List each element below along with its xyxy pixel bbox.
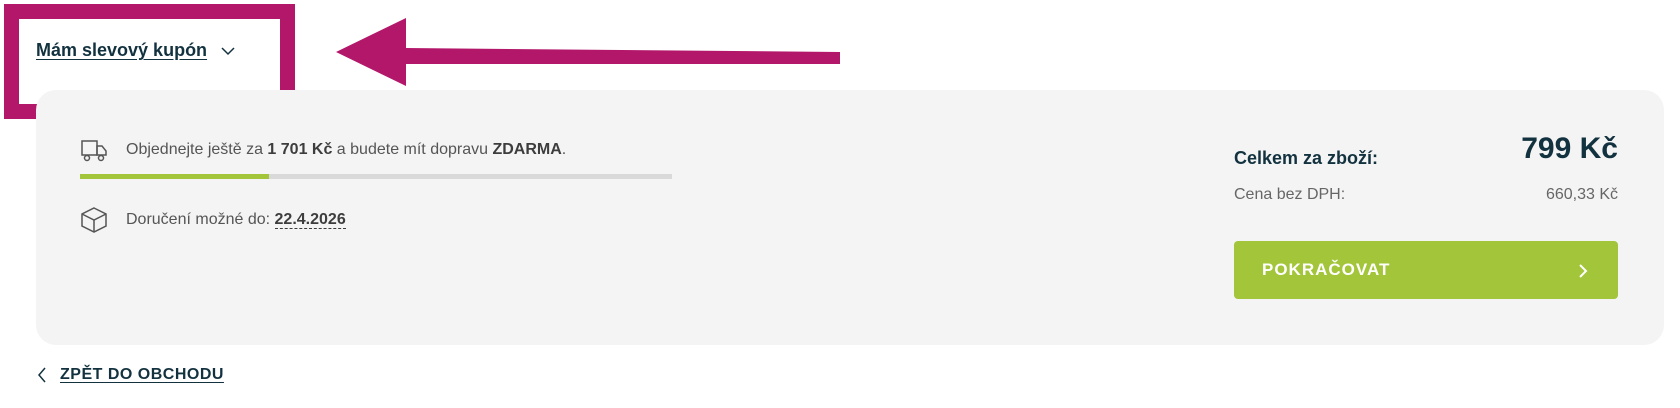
order-summary-panel: Objednejte ještě za 1 701 Kč a budete mí…	[36, 90, 1664, 345]
back-to-shop-label: ZPĚT DO OBCHODU	[60, 366, 224, 383]
total-label: Celkem za zboží:	[1234, 148, 1379, 168]
cart-summary-page: Mám slevový kupón Objednejte ještě za 1 …	[0, 0, 1680, 408]
continue-button[interactable]: POKRAČOVAT	[1234, 241, 1618, 299]
continue-button-label: POKRAČOVAT	[1262, 260, 1391, 279]
shipping-suffix: .	[561, 141, 567, 158]
delivery-info: Doručení možné do: 22.4.2026	[80, 206, 346, 234]
delivery-label: Doručení možné do: 22.4.2026	[126, 211, 346, 229]
truck-icon	[80, 136, 108, 164]
shipping-prefix: Objednejte ještě za	[126, 141, 268, 158]
chevron-right-icon	[1576, 263, 1590, 278]
box-icon	[80, 206, 108, 234]
back-to-shop-link[interactable]: ZPĚT DO OBCHODU	[36, 366, 224, 384]
net-price-label: Cena bez DPH:	[1234, 186, 1346, 203]
delivery-date[interactable]: 22.4.2026	[274, 211, 346, 229]
net-price-value: 660,33 Kč	[1545, 186, 1618, 203]
shipping-remaining-amount: 1 701 Kč	[267, 141, 333, 158]
free-shipping-info: Objednejte ještě za 1 701 Kč a budete mí…	[80, 136, 566, 164]
free-shipping-progress-fill	[80, 174, 270, 179]
annotation-arrow-icon	[336, 18, 840, 86]
shipping-middle: a budete mít dopravu	[332, 141, 493, 158]
total-value: 799 Kč	[1521, 132, 1618, 165]
free-shipping-progress-bar	[80, 174, 672, 179]
delivery-label-text: Doručení možné do:	[126, 211, 275, 228]
free-shipping-text: Objednejte ještě za 1 701 Kč a budete mí…	[126, 141, 566, 159]
chevron-left-icon	[36, 367, 48, 383]
shipping-free-label: ZDARMA	[492, 141, 562, 158]
